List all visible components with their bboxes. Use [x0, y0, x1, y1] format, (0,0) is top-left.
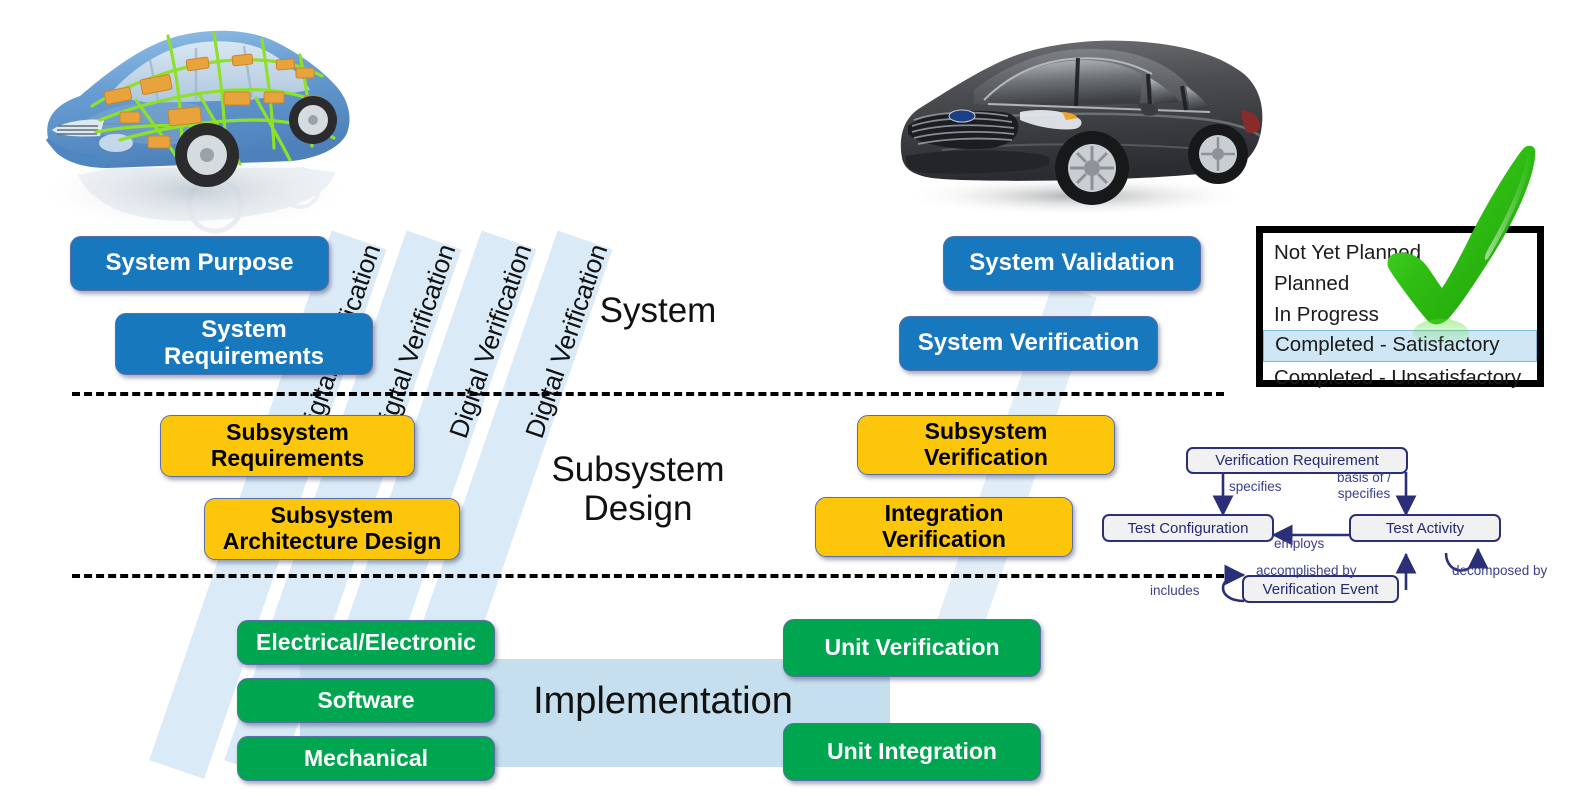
separator-system-subsystem [72, 392, 1224, 396]
box-label: Subsystem Requirements [210, 419, 365, 471]
box-label: System Purpose [105, 249, 294, 277]
box-subsystem-requirements[interactable]: Subsystem Requirements [160, 415, 415, 477]
box-label: Electrical/Electronic [256, 628, 476, 655]
v-model-diagram: Digital Verification Digital Verificatio… [0, 0, 1589, 796]
box-label: System Verification [917, 329, 1140, 357]
edge-label-includes: includes [1150, 583, 1200, 598]
box-label: System Requirements [163, 316, 325, 370]
box-label: Subsystem Verification [924, 418, 1048, 470]
box-integration-verification[interactable]: Integration Verification [815, 497, 1073, 557]
verification-relationship-diagram: Verification Requirement Test Configurat… [1096, 425, 1589, 620]
edge-label-accomplished-by: accomplished by [1256, 563, 1357, 578]
finished-sedan [862, 8, 1282, 220]
box-system-validation[interactable]: System Validation [943, 236, 1201, 291]
stage-label-subsystem-design: Subsystem Design [551, 450, 725, 529]
status-legend: Not Yet Planned Planned In Progress Comp… [1256, 226, 1544, 389]
legend-item-completed-unsatisfactory[interactable]: Completed - Unsatisfactory [1263, 362, 1537, 393]
box-label: Subsystem Architecture Design [222, 502, 442, 554]
stage-label-implementation: Implementation [533, 680, 793, 722]
box-unit-integration[interactable]: Unit Integration [783, 723, 1041, 781]
box-electrical-electronic[interactable]: Electrical/Electronic [237, 620, 495, 665]
box-software[interactable]: Software [237, 678, 495, 723]
box-mechanical[interactable]: Mechanical [237, 736, 495, 781]
edge-label-specifies: specifies [1229, 479, 1282, 494]
stage-label-system: System [599, 291, 717, 330]
box-label: Mechanical [304, 744, 428, 771]
box-system-purpose[interactable]: System Purpose [70, 236, 329, 291]
box-subsystem-architecture-design[interactable]: Subsystem Architecture Design [204, 498, 460, 560]
legend-item-not-yet-planned[interactable]: Not Yet Planned [1263, 237, 1537, 268]
box-label: Unit Integration [827, 738, 997, 765]
node-label: Verification Event [1262, 580, 1379, 598]
box-system-verification[interactable]: System Verification [899, 316, 1158, 371]
box-subsystem-verification[interactable]: Subsystem Verification [857, 415, 1115, 475]
edge-label-decomposed-by: decomposed by [1452, 563, 1548, 578]
box-label: Unit Verification [824, 634, 1000, 661]
node-test-configuration[interactable]: Test Configuration [1102, 514, 1274, 542]
separator-subsystem-implementation [72, 574, 1224, 578]
node-test-activity[interactable]: Test Activity [1349, 514, 1501, 542]
node-label: Verification Requirement [1215, 452, 1379, 469]
node-label: Test Activity [1385, 519, 1465, 537]
node-label: Test Configuration [1127, 519, 1249, 537]
box-label: System Validation [969, 249, 1175, 277]
edge-label-basis-of-specifies: basis of / specifies [1336, 470, 1392, 501]
edge-label-employs: employs [1274, 536, 1325, 551]
transparent-car-wiring-harness [0, 0, 372, 245]
node-verification-event[interactable]: Verification Event [1242, 575, 1399, 603]
box-system-requirements[interactable]: System Requirements [115, 313, 373, 375]
box-unit-verification[interactable]: Unit Verification [783, 619, 1041, 677]
legend-item-in-progress[interactable]: In Progress [1263, 299, 1537, 330]
legend-item-planned[interactable]: Planned [1263, 268, 1537, 299]
legend-item-completed-satisfactory[interactable]: Completed - Satisfactory [1263, 330, 1537, 362]
box-label: Integration Verification [882, 500, 1006, 552]
box-label: Software [317, 686, 415, 713]
